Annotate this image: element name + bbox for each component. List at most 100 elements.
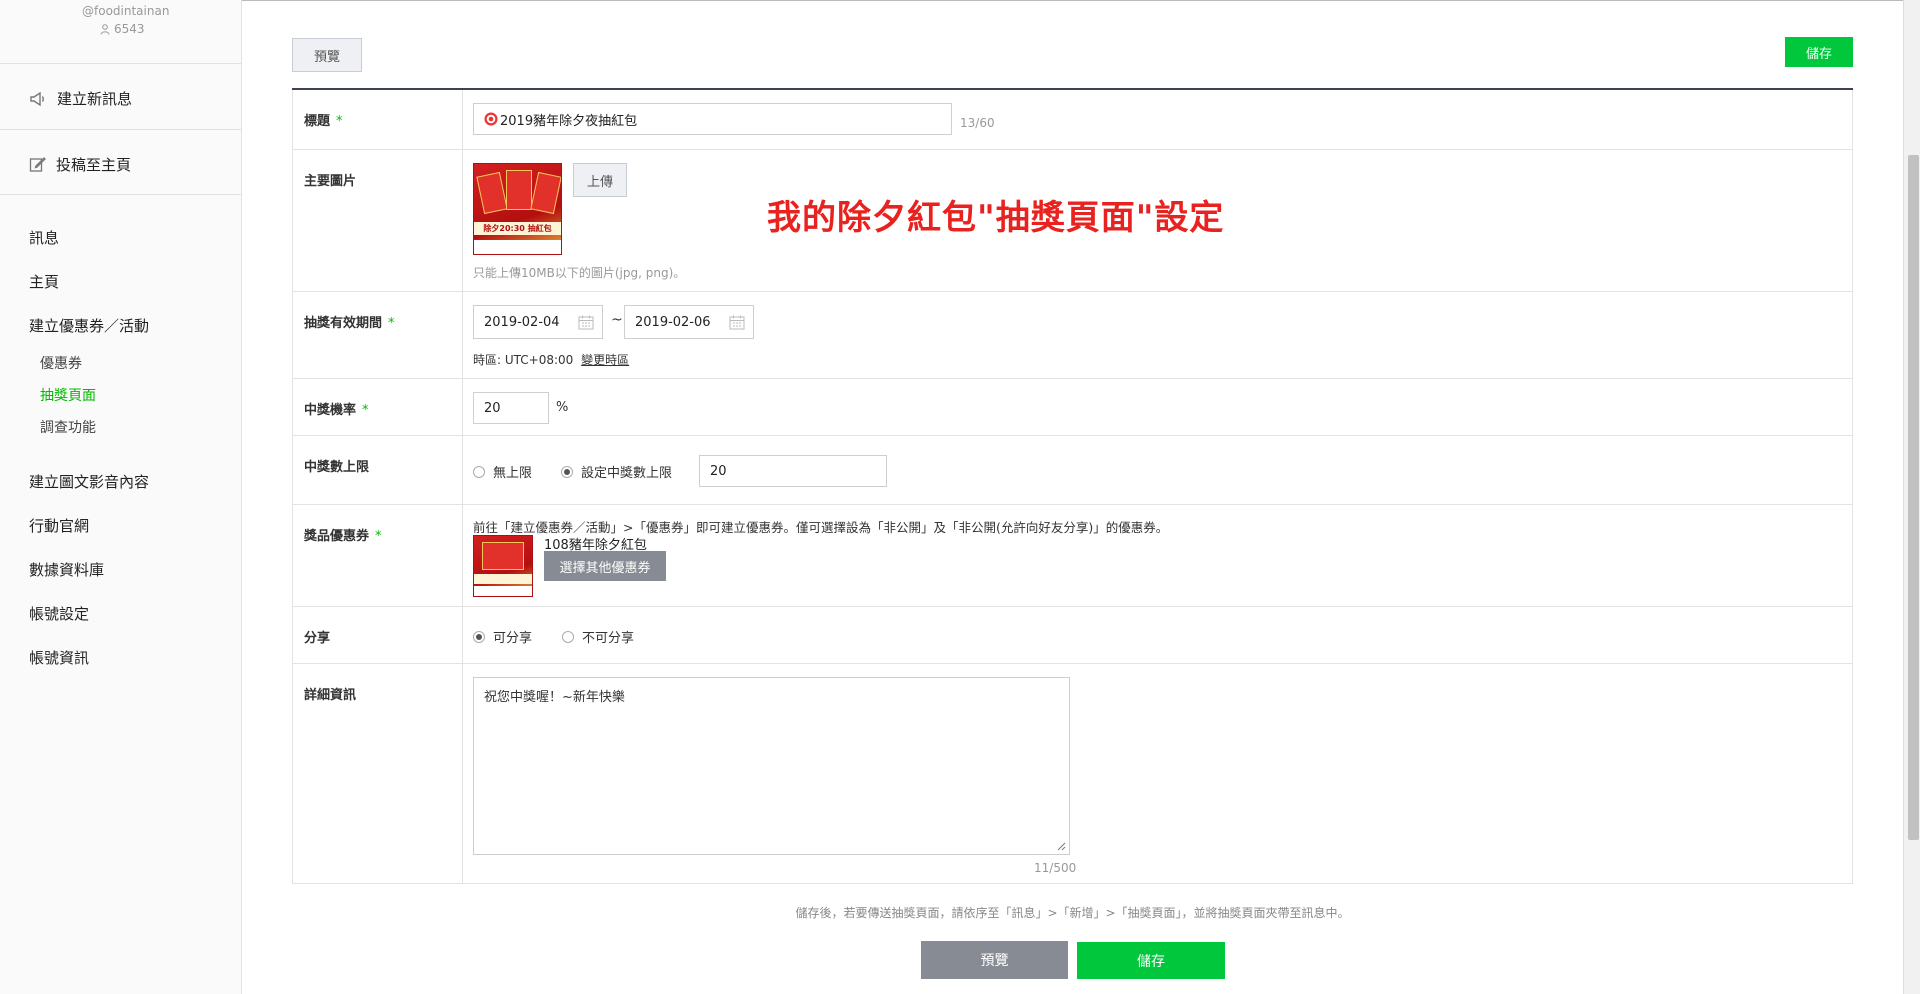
calendar-icon xyxy=(729,315,745,330)
field-value: 可分享 不可分享 xyxy=(463,607,1852,663)
account-id: @foodintainan xyxy=(82,4,170,18)
end-date-input[interactable]: 2019-02-06 xyxy=(624,305,754,339)
field-value: 祝您中獎喔！~新年快樂 11/500 xyxy=(463,664,1852,883)
radio-set-limit[interactable]: 設定中獎數上限 xyxy=(561,462,672,481)
coupon-thumbnail xyxy=(473,535,533,597)
required-mark: * xyxy=(336,114,343,129)
start-date-value: 2019-02-04 xyxy=(484,314,560,330)
field-label: 分享 xyxy=(293,607,463,663)
end-date-value: 2019-02-06 xyxy=(635,314,711,330)
title-input-value: 2019豬年除夕夜抽紅包 xyxy=(500,113,638,129)
radio-label: 可分享 xyxy=(493,631,533,646)
sidebar-item-create-message[interactable]: 建立新訊息 xyxy=(29,88,132,109)
image-footer-strip xyxy=(474,240,561,254)
form-row-win-rate: 中獎機率 * 20 % xyxy=(292,379,1853,436)
title-input[interactable]: 2019豬年除夕夜抽紅包 xyxy=(473,103,952,135)
sidebar-subitem-lottery[interactable]: 抽獎頁面 xyxy=(40,385,96,405)
sidebar-item-mobile-site[interactable]: 行動官網 xyxy=(29,515,89,536)
share-label: 分享 xyxy=(304,631,331,646)
field-label: 中獎機率 * xyxy=(293,379,463,435)
envelope-graphic xyxy=(530,171,561,215)
upload-button[interactable]: 上傳 xyxy=(573,163,627,197)
radio-dot-selected xyxy=(473,630,485,643)
save-footnote: 儲存後，若要傳送抽獎頁面，請依序至「訊息」>「新增」>「抽獎頁面」，並將抽獎頁面… xyxy=(795,906,1350,920)
calendar-icon xyxy=(578,315,594,330)
required-mark: * xyxy=(362,403,369,418)
sidebar-divider xyxy=(0,194,241,195)
win-rate-label: 中獎機率 xyxy=(304,403,357,418)
vertical-scrollbar[interactable] xyxy=(1903,0,1920,994)
radio-dot-selected xyxy=(561,465,573,478)
sidebar-item-coupons-events[interactable]: 建立優惠券／活動 xyxy=(29,315,149,336)
preview-button-top[interactable]: 預覽 xyxy=(292,38,362,72)
radio-label: 不可分享 xyxy=(582,631,635,646)
sidebar-item-label: 建立新訊息 xyxy=(57,90,133,108)
field-value: 無上限 設定中獎數上限 20 xyxy=(463,436,1852,504)
sidebar-divider xyxy=(0,129,241,130)
win-limit-label: 中獎數上限 xyxy=(304,460,370,475)
start-date-input[interactable]: 2019-02-04 xyxy=(473,305,603,339)
radio-dot xyxy=(562,630,574,643)
target-emoji-icon xyxy=(484,112,498,126)
sidebar-item-rich-content[interactable]: 建立圖文影音內容 xyxy=(29,471,149,492)
details-char-count: 11/500 xyxy=(1034,861,1077,875)
megaphone-icon xyxy=(30,91,44,106)
sidebar-subitem-coupons[interactable]: 優惠券 xyxy=(40,353,82,373)
details-textarea[interactable]: 祝您中獎喔！~新年快樂 xyxy=(473,677,1070,855)
friend-count: 6543 xyxy=(100,22,145,36)
annotation-overlay-title: 我的除夕紅包"抽獎頁面"設定 xyxy=(767,198,1225,238)
sidebar-item-account-info[interactable]: 帳號資訊 xyxy=(29,647,89,668)
sidebar-divider xyxy=(0,63,241,64)
radio-shareable[interactable]: 可分享 xyxy=(473,627,532,646)
field-label: 中獎數上限 xyxy=(293,436,463,504)
resize-handle-icon xyxy=(1057,842,1066,851)
sidebar-item-post-home[interactable]: 投稿至主頁 xyxy=(29,154,131,175)
scrollbar-thumb[interactable] xyxy=(1908,155,1919,840)
form-row-share: 分享 可分享 不可分享 xyxy=(292,607,1853,664)
change-timezone-link[interactable]: 變更時區 xyxy=(581,353,629,367)
image-footer-strip xyxy=(474,586,532,596)
win-limit-input[interactable]: 20 xyxy=(699,455,887,487)
sidebar-item-data-library[interactable]: 數據資料庫 xyxy=(29,559,104,580)
field-label: 抽獎有效期間 * xyxy=(293,292,463,378)
sidebar-item-account-settings[interactable]: 帳號設定 xyxy=(29,603,89,624)
preview-button-bottom[interactable]: 預覽 xyxy=(921,941,1068,979)
prize-coupon-label: 獎品優惠券 xyxy=(304,529,370,544)
field-label: 主要圖片 xyxy=(293,150,463,291)
main-image-label: 主要圖片 xyxy=(304,174,357,189)
field-label: 獎品優惠券 * xyxy=(293,505,463,606)
sidebar: @foodintainan 6543 建立新訊息 投稿至主頁 訊息 主頁 建立優… xyxy=(0,0,242,994)
radio-unlimited[interactable]: 無上限 xyxy=(473,462,532,481)
coupon-image-caption xyxy=(474,574,532,584)
form-row-title: 標題 * 2019豬年除夕夜抽紅包 13/60 xyxy=(292,90,1853,150)
details-label: 詳細資訊 xyxy=(304,688,357,703)
envelope-graphic xyxy=(482,542,524,570)
field-value: 前往「建立優惠券／活動」>「優惠券」即可建立優惠券。僅可選擇設為「非公開」及「非… xyxy=(463,505,1852,606)
required-mark: * xyxy=(388,316,395,331)
person-icon xyxy=(100,23,110,35)
details-text: 祝您中獎喔！~新年快樂 xyxy=(484,690,625,705)
upload-hint: 只能上傳10MB以下的圖片(jpg, png)。 xyxy=(473,266,686,280)
form-row-details: 詳細資訊 祝您中獎喔！~新年快樂 11/500 xyxy=(292,664,1853,884)
timezone-text: 時區: UTC+08:00 xyxy=(473,353,574,367)
save-button-top[interactable]: 儲存 xyxy=(1785,37,1853,67)
save-button-bottom[interactable]: 儲存 xyxy=(1077,942,1225,979)
period-label: 抽獎有效期間 xyxy=(304,316,383,331)
field-label: 標題 * xyxy=(293,90,463,149)
envelope-graphic xyxy=(476,171,508,215)
timezone-info: 時區: UTC+08:00 變更時區 xyxy=(473,351,629,368)
radio-not-shareable[interactable]: 不可分享 xyxy=(562,627,634,646)
envelope-graphic xyxy=(506,170,532,210)
sidebar-subitem-survey[interactable]: 調查功能 xyxy=(40,417,96,437)
sidebar-item-home[interactable]: 主頁 xyxy=(29,271,59,292)
image-caption: 除夕20:30 抽紅包 xyxy=(474,222,561,235)
sidebar-item-messages[interactable]: 訊息 xyxy=(29,227,59,248)
form-row-period: 抽獎有效期間 * 2019-02-04 ~ 2019-02-06 時區: UTC+… xyxy=(292,292,1853,379)
win-rate-input[interactable]: 20 xyxy=(473,392,549,424)
percent-unit: % xyxy=(556,400,569,415)
field-value: 2019-02-04 ~ 2019-02-06 時區: UTC+08:00 變更… xyxy=(463,292,1852,378)
form-row-win-limit: 中獎數上限 無上限 設定中獎數上限 20 xyxy=(292,436,1853,505)
form-row-prize-coupon: 獎品優惠券 * 前往「建立優惠券／活動」>「優惠券」即可建立優惠券。僅可選擇設為「… xyxy=(292,505,1853,607)
radio-label: 設定中獎數上限 xyxy=(581,466,673,481)
select-other-coupon-button[interactable]: 選擇其他優惠券 xyxy=(544,551,666,581)
